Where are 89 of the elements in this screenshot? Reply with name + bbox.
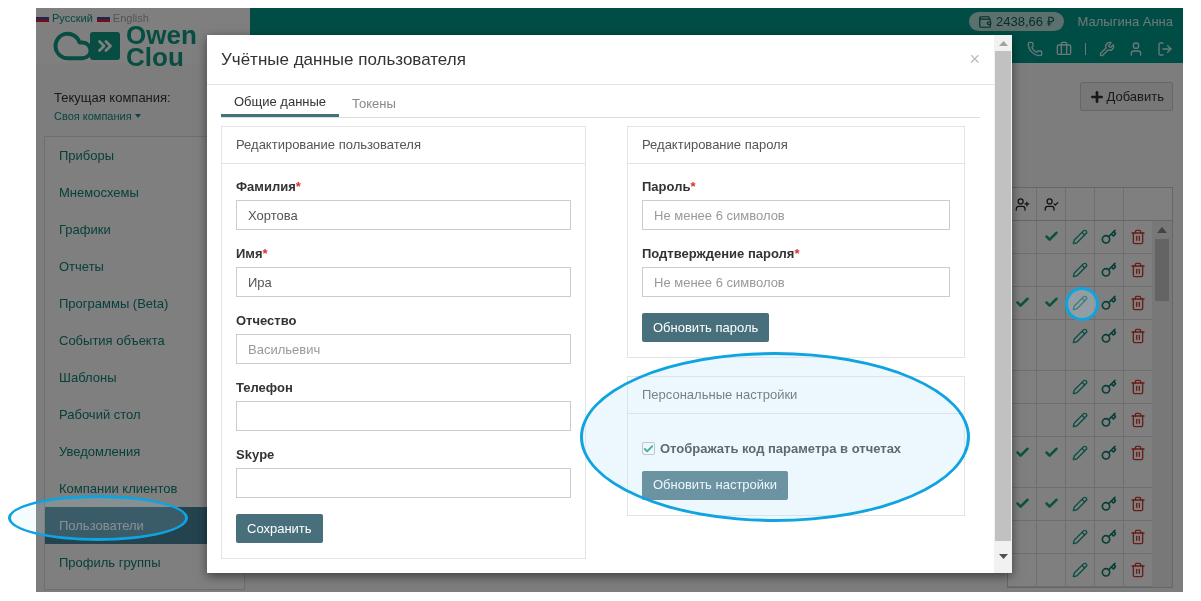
required-mark: * [690, 178, 696, 197]
field-label: Подтверждение пароля [642, 245, 795, 264]
tab[interactable]: Токены [339, 90, 409, 117]
user-plus-icon [1014, 196, 1030, 212]
wrench-icon[interactable] [1099, 40, 1115, 57]
input-field[interactable]: Васильевич [236, 334, 571, 364]
edit-icon[interactable] [1072, 562, 1088, 578]
delete-icon[interactable] [1130, 445, 1146, 461]
scroll-down-icon[interactable] [998, 554, 1008, 559]
field-label: Пароль [642, 178, 691, 197]
key-icon[interactable] [1101, 496, 1117, 512]
panel-title: Персональные настройки [642, 386, 798, 405]
delete-icon[interactable] [1130, 562, 1146, 578]
edit-icon[interactable] [1072, 445, 1088, 461]
scroll-up-icon[interactable] [998, 41, 1008, 46]
panel-title: Редактирование пользователя [236, 136, 421, 155]
key-icon[interactable] [1101, 379, 1117, 395]
checkbox-label: Отображать код параметра в отчетах [660, 440, 902, 458]
checkbox[interactable] [642, 442, 655, 456]
logo-text: Clou [126, 46, 184, 68]
wallet-icon [977, 14, 992, 29]
briefcase-icon[interactable] [1056, 40, 1072, 57]
user-icon[interactable] [1128, 40, 1144, 57]
balance-amount: 2438,66 ₽ [995, 13, 1055, 31]
required-mark: * [295, 178, 301, 197]
plus-icon [1088, 88, 1105, 105]
delete-icon[interactable] [1130, 295, 1146, 311]
panel-title: Редактирование пароля [642, 136, 788, 155]
edit-icon[interactable] [1072, 328, 1088, 344]
input-field[interactable]: Не менее 6 символов [642, 200, 950, 230]
edit-icon[interactable] [1072, 295, 1088, 311]
check-icon [1014, 445, 1030, 460]
edit-icon[interactable] [1072, 262, 1088, 278]
field-label: Фамилия [236, 178, 296, 197]
delete-icon[interactable] [1130, 328, 1146, 344]
edit-icon[interactable] [1072, 412, 1088, 428]
field-label: Телефон [236, 379, 293, 398]
edit-icon[interactable] [1072, 229, 1088, 245]
key-icon[interactable] [1101, 562, 1117, 578]
add-button[interactable]: Добавить [1079, 82, 1173, 111]
delete-icon[interactable] [1130, 529, 1146, 545]
field-label: Skype [236, 446, 275, 465]
logout-icon[interactable] [1157, 40, 1173, 57]
submit-button[interactable]: Обновить пароль [642, 313, 770, 342]
input-field[interactable] [236, 468, 571, 498]
key-icon[interactable] [1101, 328, 1117, 344]
input-field[interactable]: Ира [236, 267, 571, 297]
key-icon[interactable] [1101, 445, 1117, 461]
key-icon[interactable] [1101, 295, 1117, 311]
check-icon [1014, 496, 1030, 511]
user-check-icon [1043, 196, 1059, 212]
scroll-up-icon[interactable] [1157, 227, 1167, 233]
key-icon[interactable] [1101, 229, 1117, 245]
edit-icon[interactable] [1072, 496, 1088, 512]
field-label: Отчество [236, 312, 297, 331]
submit-button[interactable]: Обновить настройки [642, 470, 788, 500]
input-field[interactable] [236, 401, 571, 431]
key-icon[interactable] [1101, 262, 1117, 278]
scrollbar[interactable] [994, 35, 1012, 573]
check-icon [1043, 445, 1059, 460]
check-icon [1014, 295, 1030, 310]
dialog-title: Учётные данные пользователя [221, 48, 466, 71]
scrollbar[interactable] [1152, 221, 1172, 587]
logo-text: Owen [126, 24, 197, 46]
logo-badge-icon [90, 32, 120, 60]
required-mark: * [262, 245, 268, 264]
scroll-thumb[interactable] [995, 51, 1011, 541]
delete-icon[interactable] [1130, 379, 1146, 395]
key-icon[interactable] [1101, 529, 1117, 545]
delete-icon[interactable] [1130, 262, 1146, 278]
check-icon [1043, 229, 1059, 244]
check-icon [1043, 295, 1059, 310]
delete-icon[interactable] [1130, 229, 1146, 245]
user-name: Малыгина Анна [1077, 13, 1173, 31]
close-button[interactable]: × [969, 46, 980, 73]
submit-button[interactable]: Сохранить [236, 514, 323, 543]
field-label: Имя [236, 245, 263, 264]
check-icon [1043, 496, 1059, 511]
delete-icon[interactable] [1130, 412, 1146, 428]
required-mark: * [794, 245, 800, 264]
edit-icon[interactable] [1072, 379, 1088, 395]
input-field[interactable]: Хортова [236, 200, 571, 230]
edit-icon[interactable] [1072, 529, 1088, 545]
delete-icon[interactable] [1130, 496, 1146, 512]
phone-icon[interactable] [1027, 40, 1043, 57]
input-field[interactable]: Не менее 6 символов [642, 267, 950, 297]
key-icon[interactable] [1101, 412, 1117, 428]
tab[interactable]: Общие данные [221, 90, 340, 117]
language-link[interactable]: Русский [36, 10, 93, 27]
